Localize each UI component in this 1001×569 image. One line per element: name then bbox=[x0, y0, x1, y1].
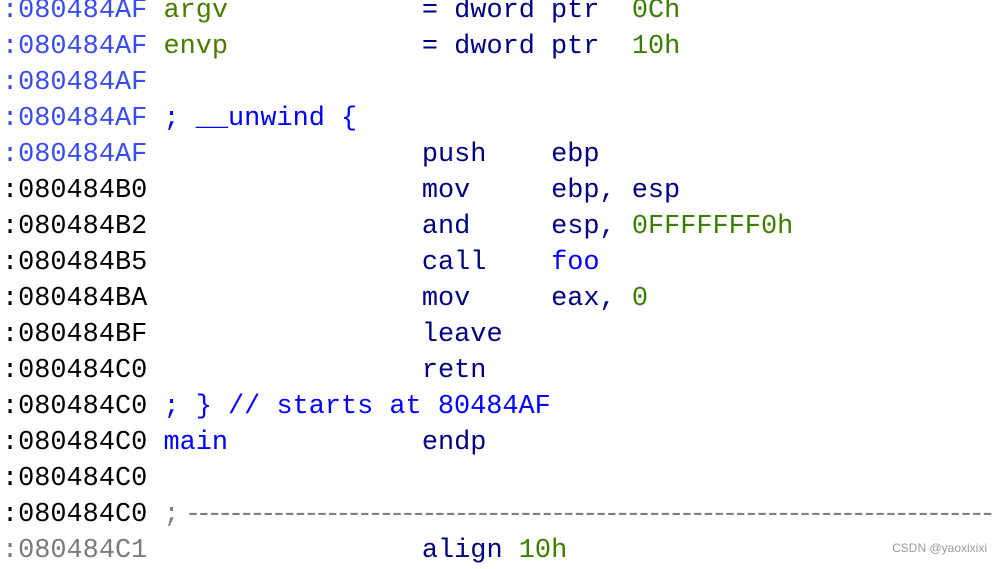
address[interactable]: :080484B5 bbox=[2, 245, 147, 281]
listing-line[interactable]: :080484AF push ebp bbox=[2, 137, 1001, 173]
address[interactable]: :080484C0 bbox=[2, 389, 147, 425]
listing-line[interactable]: :080484BF leave bbox=[2, 317, 1001, 353]
listing-line[interactable]: :080484B2 and esp, 0FFFFFFF0h bbox=[2, 209, 1001, 245]
address[interactable]: :080484C1 bbox=[2, 533, 147, 569]
numeric-operand: 0 bbox=[631, 284, 648, 314]
listing-line[interactable]: :080484C0 ; -----------------------------… bbox=[2, 497, 1001, 533]
address[interactable]: :080484BA bbox=[2, 281, 147, 317]
address[interactable]: :080484AF bbox=[2, 101, 147, 137]
comment: ; } // starts at 80484AF bbox=[163, 392, 551, 422]
numeric-operand: 0FFFFFFF0h bbox=[631, 212, 794, 242]
address[interactable]: :080484B0 bbox=[2, 173, 147, 209]
symbol-name[interactable]: argv bbox=[164, 0, 229, 29]
operand: eax, bbox=[551, 284, 616, 314]
address[interactable]: :080484C0 bbox=[2, 497, 147, 533]
listing-line[interactable]: :080484AF argv = dword ptr 0Ch bbox=[2, 0, 1001, 29]
operand: = dword ptr bbox=[421, 0, 600, 26]
mnemonic: retn bbox=[421, 356, 487, 386]
numeric-operand: 10h bbox=[631, 32, 681, 62]
listing-line[interactable]: :080484C1 align 10h bbox=[2, 533, 1001, 569]
listing-line[interactable]: :080484B5 call foo bbox=[2, 245, 1001, 281]
listing-line[interactable]: :080484AF ; __unwind { bbox=[2, 101, 1001, 137]
numeric-operand: 0Ch bbox=[631, 0, 681, 26]
mnemonic: and bbox=[421, 212, 471, 242]
separator-comment: ; --------------------------------------… bbox=[163, 500, 996, 530]
numeric-operand: 10h bbox=[518, 536, 568, 566]
mnemonic: mov bbox=[421, 176, 471, 206]
listing-line[interactable]: :080484C0 retn bbox=[2, 353, 1001, 389]
address[interactable]: :080484B2 bbox=[2, 209, 147, 245]
disassembly-listing[interactable]: :080484AF argv = dword ptr 0Ch :080484AF envp… bbox=[2, 0, 1001, 569]
listing-line[interactable]: :080484C0 bbox=[2, 461, 1001, 497]
listing-line[interactable]: :080484B0 mov ebp, esp bbox=[2, 173, 1001, 209]
mnemonic: push bbox=[421, 140, 487, 170]
address[interactable]: :080484C0 bbox=[2, 461, 147, 497]
comment: ; __unwind { bbox=[163, 104, 358, 134]
address[interactable]: :080484C0 bbox=[2, 425, 147, 461]
operand: ebp, esp bbox=[551, 176, 681, 206]
address[interactable]: :080484AF bbox=[2, 29, 147, 65]
mnemonic: align bbox=[421, 536, 503, 566]
watermark: CSDN @yaoxixixi bbox=[892, 541, 987, 555]
listing-line[interactable]: :080484C0 ; } // starts at 80484AF bbox=[2, 389, 1001, 425]
address[interactable]: :080484AF bbox=[2, 65, 147, 101]
address[interactable]: :080484AF bbox=[2, 0, 147, 29]
symbol-reference[interactable]: foo bbox=[551, 245, 599, 281]
listing-line[interactable]: :080484C0 main endp bbox=[2, 425, 1001, 461]
symbol-reference[interactable]: main bbox=[164, 425, 229, 461]
mnemonic: mov bbox=[421, 284, 471, 314]
address[interactable]: :080484C0 bbox=[2, 353, 147, 389]
address[interactable]: :080484BF bbox=[2, 317, 147, 353]
mnemonic: leave bbox=[421, 320, 503, 350]
operand: = dword ptr bbox=[421, 32, 600, 62]
operand: esp, bbox=[551, 212, 616, 242]
address[interactable]: :080484AF bbox=[2, 137, 147, 173]
symbol-name[interactable]: envp bbox=[164, 29, 229, 65]
operand: ebp bbox=[551, 140, 600, 170]
mnemonic: endp bbox=[421, 428, 487, 458]
listing-line[interactable]: :080484AF envp = dword ptr 10h bbox=[2, 29, 1001, 65]
listing-line[interactable]: :080484BA mov eax, 0 bbox=[2, 281, 1001, 317]
mnemonic: call bbox=[421, 248, 487, 278]
listing-line[interactable]: :080484AF bbox=[2, 65, 1001, 101]
